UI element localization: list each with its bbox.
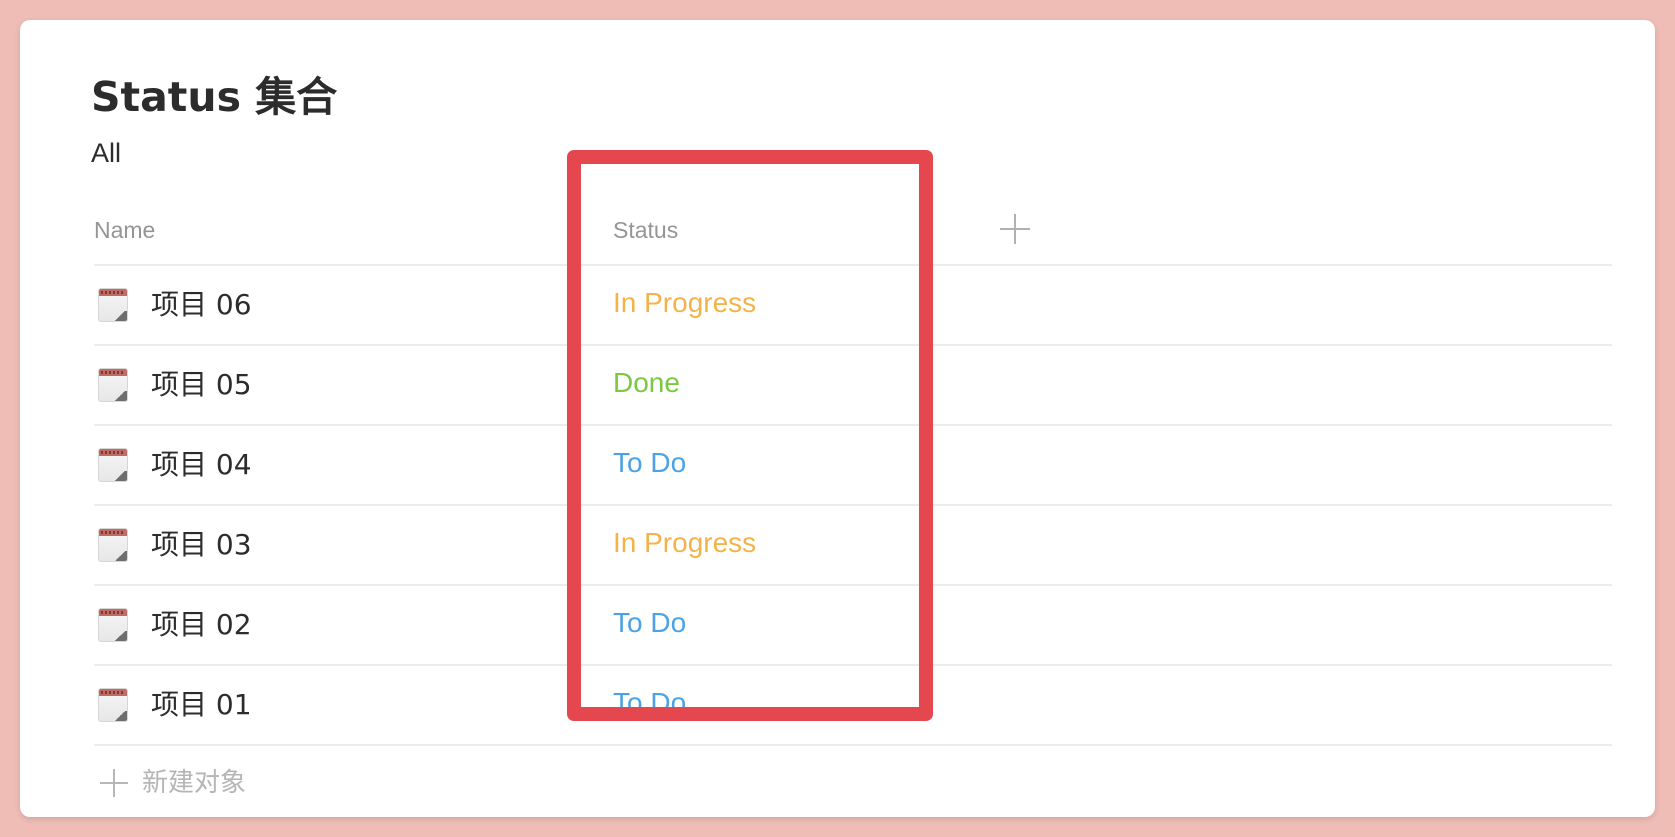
row-name[interactable]: 项目 04	[151, 448, 252, 482]
calendar-icon	[98, 608, 128, 642]
page-title: Status 集合	[91, 73, 338, 121]
plus-icon	[100, 769, 128, 797]
calendar-icon	[98, 368, 128, 402]
new-row-label[interactable]: 新建对象	[142, 766, 246, 800]
calendar-icon	[98, 688, 128, 722]
view-tab-all[interactable]: All	[91, 138, 121, 168]
row-name[interactable]: 项目 05	[151, 368, 252, 402]
calendar-icon	[98, 288, 128, 322]
calendar-icon	[98, 528, 128, 562]
calendar-icon	[98, 448, 128, 482]
row-name[interactable]: 项目 02	[151, 608, 252, 642]
column-header-name[interactable]: Name	[94, 215, 155, 245]
row-name[interactable]: 项目 06	[151, 288, 252, 322]
status-column-highlight-box	[567, 150, 933, 721]
row-name[interactable]: 项目 03	[151, 528, 252, 562]
row-name[interactable]: 项目 01	[151, 688, 252, 722]
add-column-plus-icon[interactable]	[1000, 214, 1030, 244]
new-row-button[interactable]: 新建对象	[94, 746, 1612, 824]
